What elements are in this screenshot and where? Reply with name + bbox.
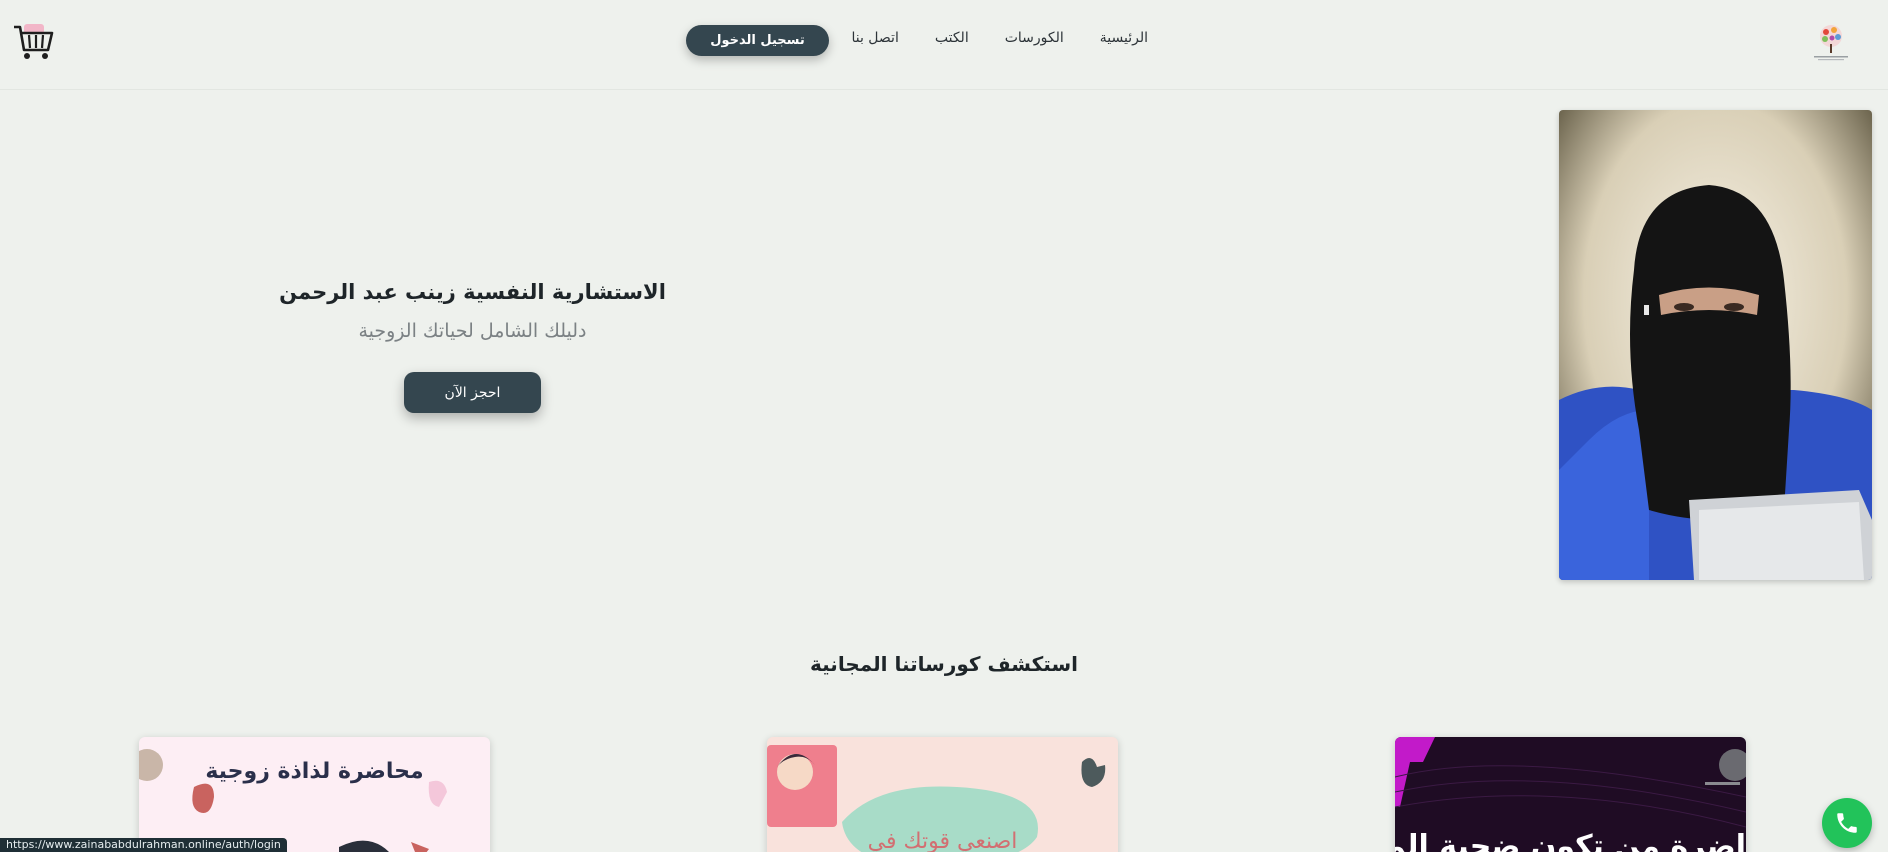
course-card-title: محاضرة لذاذة زوجية [205, 759, 424, 784]
status-bar-url: https://www.zainababdulrahman.online/aut… [0, 838, 287, 852]
course-card-title: اضرة من تكون ضحية المؤذي؟ [1395, 829, 1746, 852]
section-heading-free-courses: استكشف كورساتنا المجانية [810, 652, 1078, 676]
nav-item-books[interactable]: الكتب [935, 30, 969, 46]
consultant-photo [1559, 110, 1872, 580]
nav-item-contact[interactable]: اتصل بنا [851, 30, 898, 46]
course-card[interactable]: محاضرة لذاذة زوجية [139, 737, 490, 852]
nav-item-courses[interactable]: الكورسات [1005, 30, 1064, 46]
book-now-button[interactable]: احجز الآن [404, 372, 541, 413]
course-card-title: اصنعي قوتك في [867, 829, 1018, 852]
course-card[interactable]: اضرة من تكون ضحية المؤذي؟ [1395, 737, 1746, 852]
hero-title: الاستشارية النفسية زينب عبد الرحمن [279, 280, 666, 304]
nav-item-home[interactable]: الرئيسية [1100, 30, 1148, 46]
site-header: الرئيسية الكورسات الكتب اتصل بنا تسجيل ا… [0, 0, 1888, 90]
hero-text: الاستشارية النفسية زينب عبد الرحمن دليلك… [260, 280, 685, 342]
whatsapp-call-button[interactable] [1822, 798, 1872, 848]
login-button[interactable]: تسجيل الدخول [686, 25, 829, 56]
main-nav: الرئيسية الكورسات الكتب اتصل بنا [851, 26, 1148, 50]
phone-icon [1837, 813, 1857, 833]
logo-tree-icon[interactable] [1804, 16, 1858, 64]
course-card[interactable]: اصنعي قوتك في [767, 737, 1118, 852]
cart-icon[interactable] [12, 20, 56, 62]
hero-subtitle: دليلك الشامل لحياتك الزوجية [358, 320, 587, 342]
